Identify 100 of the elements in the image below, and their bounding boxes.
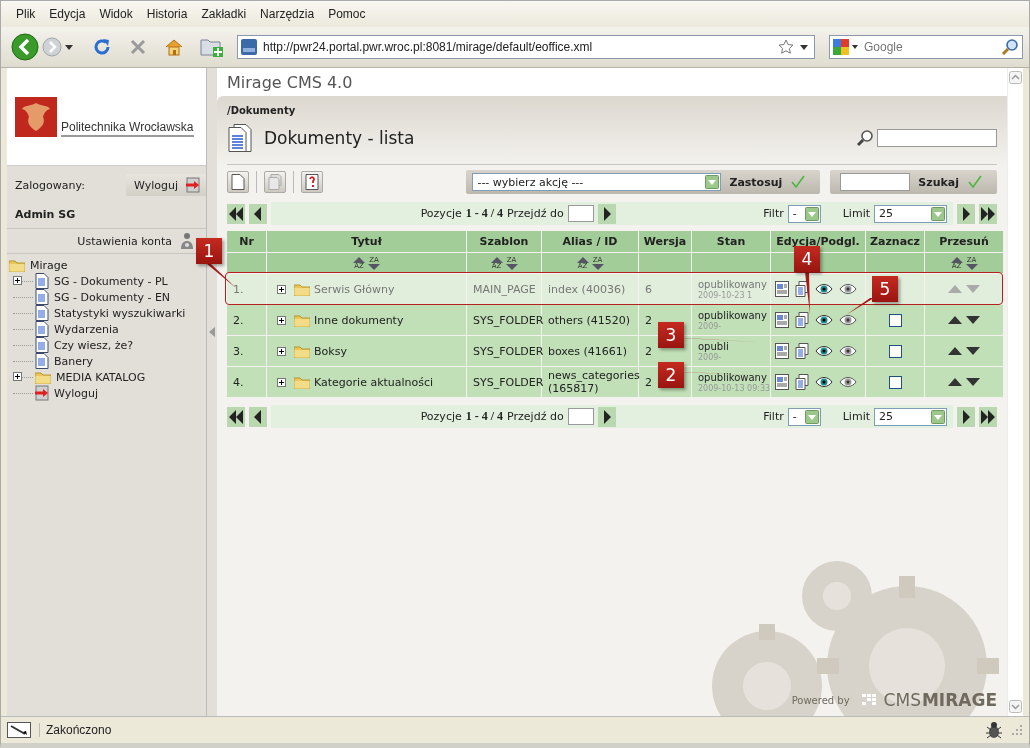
menu-item[interactable]: Widok	[92, 7, 140, 21]
expand-toggle[interactable]	[277, 346, 286, 356]
column-header[interactable]: Przesuń	[925, 231, 1003, 252]
document-title[interactable]: Serwis Główny	[314, 282, 395, 296]
apply-button[interactable]: Zastosuj	[729, 175, 783, 189]
tree-item[interactable]: Statystyki wyszukiwarki	[51, 306, 186, 320]
previous-page-button[interactable]	[249, 406, 267, 427]
move-down-icon[interactable]	[966, 347, 980, 355]
move-down-icon[interactable]	[966, 378, 980, 386]
filter-select[interactable]: -	[787, 204, 821, 223]
help-document-button[interactable]	[301, 171, 323, 193]
edit-icon[interactable]	[775, 343, 789, 359]
eye-icon[interactable]	[839, 345, 857, 357]
filter-select[interactable]: -	[787, 407, 821, 426]
column-header[interactable]: Edycja/Podgl.	[771, 231, 865, 252]
expand-toggle[interactable]	[277, 315, 286, 325]
copy-icon[interactable]	[795, 312, 809, 328]
copy-icon[interactable]	[795, 343, 809, 359]
last-page-button[interactable]	[979, 203, 997, 224]
scroll-up-icon[interactable]	[1009, 71, 1022, 84]
action-select[interactable]: --- wybierz akcję ---	[472, 173, 722, 191]
last-page-button[interactable]	[979, 406, 997, 427]
first-page-button[interactable]	[227, 406, 245, 427]
expand-toggle[interactable]	[277, 284, 286, 294]
copy-icon[interactable]	[795, 374, 809, 390]
menu-item[interactable]: Plik	[9, 7, 43, 21]
document-title[interactable]: Boksy	[314, 344, 347, 358]
column-header[interactable]: Alias / ID	[542, 231, 638, 252]
scrollbar[interactable]	[1007, 68, 1023, 716]
tree-item[interactable]: Wydarzenia	[51, 322, 119, 336]
tree-item[interactable]: SG - Dokumenty - PL	[51, 274, 168, 288]
tree-item[interactable]: SG - Dokumenty - EN	[51, 290, 171, 304]
column-header[interactable]: Nr	[227, 231, 266, 252]
column-header[interactable]: Stan	[692, 231, 770, 252]
column-header[interactable]: Wersja	[639, 231, 691, 252]
tree-item[interactable]: Mirage	[27, 258, 68, 272]
university-logo[interactable]: Politechnika Wrocławska	[15, 96, 194, 137]
menu-item[interactable]: Edycja	[42, 7, 93, 21]
new-document-button[interactable]	[227, 171, 249, 193]
menu-item[interactable]: Zakładki	[194, 7, 254, 21]
first-page-button[interactable]	[227, 203, 245, 224]
caret-icon[interactable]	[800, 44, 808, 50]
column-header[interactable]: Tytuł	[267, 231, 466, 252]
expand-toggle[interactable]	[13, 276, 22, 285]
next-page-button[interactable]	[957, 203, 975, 224]
account-settings-link[interactable]: Ustawienia konta	[15, 234, 180, 248]
eye-icon[interactable]	[815, 345, 833, 357]
edit-icon[interactable]	[775, 281, 789, 297]
go-button[interactable]	[597, 203, 616, 224]
add-bookmark-button[interactable]	[200, 36, 224, 58]
person-icon[interactable]	[180, 232, 194, 250]
home-button[interactable]	[164, 37, 184, 57]
star-icon[interactable]	[778, 39, 794, 55]
move-up-icon[interactable]	[948, 378, 962, 386]
logout-button[interactable]: Wyloguj	[126, 174, 206, 196]
caret-icon[interactable]	[852, 45, 858, 49]
page-number-field[interactable]	[567, 408, 594, 425]
edit-icon[interactable]	[775, 312, 789, 328]
go-button[interactable]	[597, 406, 616, 427]
tree-item[interactable]: Wyloguj	[51, 386, 98, 400]
search-button[interactable]: Szukaj	[918, 175, 959, 189]
checkbox[interactable]	[888, 344, 902, 358]
limit-select[interactable]: 25	[874, 204, 947, 223]
checkbox[interactable]	[888, 313, 902, 327]
column-header[interactable]: Szablon	[467, 231, 541, 252]
eye-icon[interactable]	[839, 376, 857, 388]
tree-item[interactable]: Banery	[51, 354, 94, 368]
tree-item[interactable]: Czy wiesz, że?	[51, 338, 134, 352]
eye-icon[interactable]	[815, 283, 833, 295]
address-bar[interactable]: http://pwr24.portal.pwr.wroc.pl:8081/mirage/default/eoffice.xml	[237, 35, 815, 59]
resize-grip-icon[interactable]	[1011, 724, 1023, 736]
edit-icon[interactable]	[775, 374, 789, 390]
menu-item[interactable]: Historia	[139, 7, 195, 21]
page-number-field[interactable]	[567, 205, 594, 222]
previous-page-button[interactable]	[249, 203, 267, 224]
caret-icon[interactable]	[65, 44, 73, 50]
move-down-icon[interactable]	[966, 316, 980, 324]
search-field[interactable]	[840, 173, 911, 191]
menu-item[interactable]: Pomoc	[321, 7, 373, 21]
search-icon[interactable]	[857, 129, 875, 147]
menu-item[interactable]: Narzędzia	[253, 7, 322, 21]
expand-toggle[interactable]	[13, 372, 22, 381]
eye-icon[interactable]	[815, 376, 833, 388]
search-icon[interactable]	[1001, 38, 1019, 56]
move-up-icon[interactable]	[948, 316, 962, 324]
expand-toggle[interactable]	[277, 377, 286, 387]
reload-button[interactable]	[92, 37, 112, 57]
eye-icon[interactable]	[839, 283, 857, 295]
column-header[interactable]: Zaznacz	[866, 231, 924, 252]
limit-select[interactable]: 25	[874, 407, 947, 426]
next-page-button[interactable]	[957, 406, 975, 427]
move-up-icon[interactable]	[948, 347, 962, 355]
back-button[interactable]	[11, 33, 39, 61]
eye-icon[interactable]	[815, 314, 833, 326]
checkbox[interactable]	[888, 375, 902, 389]
tree-item[interactable]: MEDIA KATALOG	[53, 370, 146, 384]
eye-icon[interactable]	[839, 314, 857, 326]
search-field[interactable]	[877, 129, 997, 147]
search-bar[interactable]: Google	[829, 35, 1023, 59]
scroll-down-icon[interactable]	[1009, 700, 1022, 713]
